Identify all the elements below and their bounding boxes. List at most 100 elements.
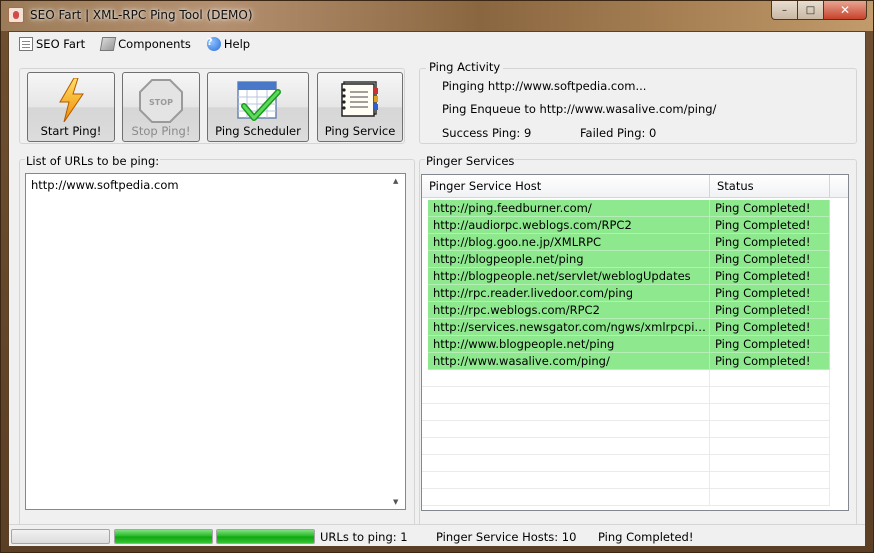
help-icon: ? xyxy=(206,37,221,51)
progress-bar-1 xyxy=(11,529,110,544)
progress-bar-3 xyxy=(216,529,315,544)
status-cell: Ping Completed! xyxy=(710,200,830,217)
menu-seo-fart[interactable]: SEO Fart xyxy=(19,34,85,54)
menu-components[interactable]: Components xyxy=(99,34,191,54)
status-cell: Ping Completed! xyxy=(710,251,830,268)
table-row[interactable]: http://blogpeople.net/servlet/weblogUpda… xyxy=(422,268,848,285)
toolbar-group: Start Ping! STOP Stop Ping! Ping Schedul… xyxy=(19,68,405,144)
urls-title: List of URLs to be ping: xyxy=(25,154,161,168)
host-cell: http://ping.feedburner.com/ xyxy=(428,200,710,217)
status-cell: Ping Completed! xyxy=(710,302,830,319)
url-line: http://www.softpedia.com xyxy=(31,178,179,192)
ping-activity-group: Ping Activity Pinging http://www.softped… xyxy=(419,60,857,144)
status-cell: Ping Completed! xyxy=(710,336,830,353)
table-row[interactable]: http://rpc.reader.livedoor.com/ping Ping … xyxy=(422,285,848,302)
table-row[interactable]: http://blog.goo.ne.jp/XMLRPC Ping Complet… xyxy=(422,234,848,251)
empty-cell xyxy=(710,421,830,438)
document-icon xyxy=(19,37,33,51)
table-row[interactable]: http://www.blogpeople.net/ping Ping Compl… xyxy=(422,336,848,353)
empty-cell xyxy=(710,404,830,421)
status-cell: Ping Completed! xyxy=(710,319,830,336)
ping-scheduler-button[interactable]: Ping Scheduler xyxy=(207,72,309,142)
menu-label: Components xyxy=(118,37,191,51)
url-list-scrollbar[interactable]: ▲ ▼ xyxy=(390,174,405,509)
stop-sign-text: STOP xyxy=(149,98,173,107)
scroll-up-icon[interactable]: ▲ xyxy=(393,177,398,185)
host-cell: http://blog.goo.ne.jp/XMLRPC xyxy=(428,234,710,251)
success-count: Success Ping: 9 xyxy=(442,126,532,140)
maximize-button[interactable]: □ xyxy=(797,1,823,20)
start-ping-label: Start Ping! xyxy=(40,124,102,138)
stop-ping-button[interactable]: STOP Stop Ping! xyxy=(122,72,200,142)
host-cell: http://www.blogpeople.net/ping xyxy=(428,336,710,353)
empty-row xyxy=(422,438,848,455)
empty-cell xyxy=(422,489,710,506)
empty-cell xyxy=(710,455,830,472)
empty-row xyxy=(422,387,848,404)
empty-cell xyxy=(710,387,830,404)
app-icon[interactable] xyxy=(8,7,24,23)
title-bar[interactable]: SEO Fart | XML-RPC Ping Tool (DEMO) – □ … xyxy=(1,1,873,31)
table-row[interactable]: http://ping.feedburner.com/Ping Complete… xyxy=(422,200,848,217)
empty-cell xyxy=(422,438,710,455)
pinger-services-title: Pinger Services xyxy=(425,154,516,168)
progress-fill xyxy=(115,530,212,543)
status-bar: URLs to ping: 1 Pinger Service Hosts: 10… xyxy=(9,524,865,546)
empty-row xyxy=(422,404,848,421)
lightning-icon xyxy=(59,78,84,122)
progress-fill xyxy=(217,530,314,543)
column-header-status[interactable]: Status xyxy=(710,175,830,198)
status-cell: Ping Completed! xyxy=(710,285,830,302)
table-row[interactable]: http://blogpeople.net/ping Ping Completed… xyxy=(422,251,848,268)
progress-bar-2 xyxy=(114,529,213,544)
notebook-icon xyxy=(341,81,378,117)
empty-cell xyxy=(710,472,830,489)
empty-cell xyxy=(422,387,710,404)
host-cell: http://rpc.weblogs.com/RPC2 xyxy=(428,302,710,319)
stop-sign-icon: STOP xyxy=(139,79,183,123)
window-title: SEO Fart | XML-RPC Ping Tool (DEMO) xyxy=(30,8,253,22)
menu-help[interactable]: ? Help xyxy=(206,34,251,54)
status-message: Ping Completed! xyxy=(598,530,694,544)
empty-cell xyxy=(710,489,830,506)
table-row[interactable]: http://audiorpc.weblogs.com/RPC2 Ping Com… xyxy=(422,217,848,234)
menu-label: Help xyxy=(223,37,251,51)
menu-bar: SEO Fart Components ? Help xyxy=(9,32,865,56)
calendar-check-icon xyxy=(237,81,281,121)
table-row[interactable]: http://services.newsgator.com/ngws/xmlrp… xyxy=(422,319,848,336)
enqueue-status: Ping Enqueue to http://www.wasalive.com/… xyxy=(442,102,717,116)
empty-cell xyxy=(710,370,830,387)
close-button[interactable]: ✕ xyxy=(823,1,867,20)
empty-row xyxy=(422,421,848,438)
pinger-hosts-count: Pinger Service Hosts: 10 xyxy=(436,530,577,544)
app-window: SEO Fart | XML-RPC Ping Tool (DEMO) – □ … xyxy=(0,0,874,553)
scroll-down-icon[interactable]: ▼ xyxy=(393,498,398,506)
start-ping-button[interactable]: Start Ping! xyxy=(27,72,115,142)
minimize-button[interactable]: – xyxy=(771,1,797,20)
empty-cell xyxy=(710,438,830,455)
host-cell: http://blogpeople.net/ping xyxy=(428,251,710,268)
empty-row xyxy=(422,472,848,489)
host-cell: http://services.newsgator.com/ngws/xmlrp… xyxy=(428,319,710,336)
pinger-services-list[interactable]: Pinger Service Host Status http://ping.f… xyxy=(421,174,849,511)
empty-cell xyxy=(422,370,710,387)
host-cell: http://www.wasalive.com/ping/ xyxy=(428,353,710,370)
ping-service-label: Ping Service xyxy=(324,124,396,138)
pinging-status: Pinging http://www.softpedia.com... xyxy=(442,79,647,93)
ping-activity-title: Ping Activity xyxy=(426,60,504,74)
table-row[interactable]: http://www.wasalive.com/ping/Ping Comple… xyxy=(422,353,848,370)
status-cell: Ping Completed! xyxy=(710,217,830,234)
ping-service-button[interactable]: Ping Service xyxy=(317,72,403,142)
window-controls: – □ ✕ xyxy=(771,1,867,21)
host-cell: http://blogpeople.net/servlet/weblogUpda… xyxy=(428,268,710,285)
components-icon xyxy=(99,37,117,51)
status-cell: Ping Completed! xyxy=(710,353,830,370)
empty-cell xyxy=(422,472,710,489)
url-list-input[interactable]: http://www.softpedia.com ▲ ▼ xyxy=(25,173,406,510)
empty-row xyxy=(422,455,848,472)
table-row[interactable]: http://rpc.weblogs.com/RPC2 Ping Complete… xyxy=(422,302,848,319)
empty-cell xyxy=(422,455,710,472)
ping-scheduler-label: Ping Scheduler xyxy=(215,124,301,138)
empty-cell xyxy=(422,404,710,421)
column-header-host[interactable]: Pinger Service Host xyxy=(422,175,710,198)
